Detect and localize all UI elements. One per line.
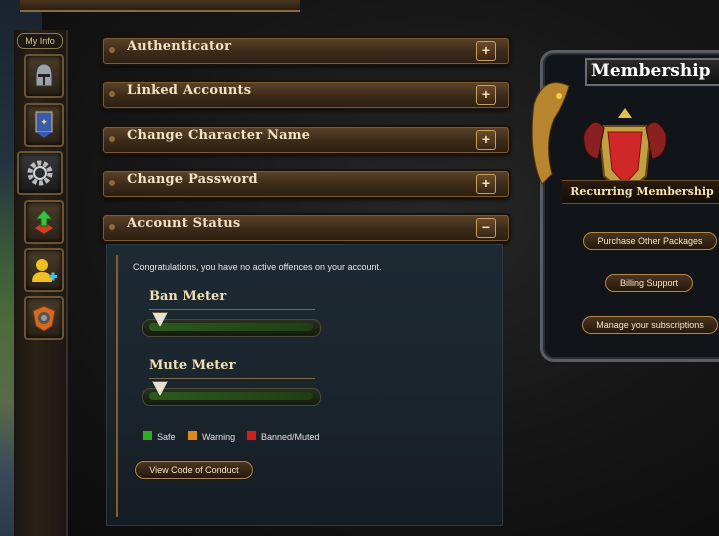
panel-edge	[116, 255, 118, 517]
section-title: Account Status	[127, 216, 241, 231]
svg-text:✦: ✦	[40, 118, 48, 128]
legend-label: Warning	[202, 432, 236, 442]
banner-icon: ✦	[35, 111, 53, 138]
ban-meter	[142, 312, 321, 337]
sidebar-item-account-settings[interactable]	[17, 151, 63, 195]
membership-title: Membership	[585, 58, 719, 86]
sidebar-item-refer-friend[interactable]	[24, 248, 64, 292]
ban-meter-title: Ban Meter	[149, 289, 227, 304]
warning-swatch	[187, 430, 198, 441]
status-message: Congratulations, you have no active offe…	[133, 262, 382, 272]
legend-safe: Safe	[142, 430, 176, 442]
my-info-tab[interactable]: My Info	[17, 33, 63, 49]
purchase-other-packages-button[interactable]: Purchase Other Packages	[583, 232, 717, 250]
section-title: Change Character Name	[127, 128, 311, 143]
manage-subscriptions-button[interactable]: Manage your subscriptions	[582, 316, 718, 334]
frame-stud	[109, 91, 115, 97]
frame-stud	[109, 224, 115, 230]
helmet-icon	[35, 63, 53, 87]
section-change-character-name[interactable]: Change Character Name +	[103, 127, 509, 153]
frame-stud	[109, 180, 115, 186]
legend-label: Banned/Muted	[261, 432, 320, 442]
mute-meter-title: Mute Meter	[149, 358, 236, 373]
billing-support-button[interactable]: Billing Support	[605, 274, 693, 292]
frame-stud	[109, 47, 115, 53]
recurring-membership-label: Recurring Membership	[562, 180, 719, 204]
sidebar-item-security[interactable]	[24, 296, 64, 340]
ban-meter-track	[149, 323, 313, 331]
section-change-password[interactable]: Change Password +	[103, 171, 509, 197]
top-frame-bar	[20, 0, 300, 12]
sidebar-item-upgrade[interactable]	[24, 200, 64, 244]
view-code-of-conduct-button[interactable]: View Code of Conduct	[135, 461, 253, 479]
legend-warning: Warning	[187, 430, 235, 442]
account-page: My Info ✦ Authenticator + Linked Account…	[0, 0, 719, 536]
section-title: Linked Accounts	[127, 83, 252, 98]
meter-divider	[149, 378, 315, 379]
meter-divider	[149, 309, 315, 310]
section-title: Authenticator	[127, 39, 232, 54]
section-authenticator[interactable]: Authenticator +	[103, 38, 509, 64]
shield-badge-icon	[32, 305, 56, 332]
expand-icon[interactable]: +	[476, 174, 496, 194]
collapse-icon[interactable]: −	[476, 218, 496, 238]
sidebar-item-character[interactable]	[24, 54, 64, 98]
safe-swatch	[142, 430, 153, 441]
mute-meter	[142, 381, 321, 406]
account-status-panel: Congratulations, you have no active offe…	[106, 244, 503, 526]
gear-icon	[27, 160, 53, 186]
mute-meter-track	[149, 392, 313, 400]
legend-label: Safe	[157, 432, 176, 442]
expand-icon[interactable]: +	[476, 130, 496, 150]
frame-stud	[109, 136, 115, 142]
banned-swatch	[246, 430, 257, 441]
section-account-status[interactable]: Account Status −	[103, 215, 509, 241]
expand-icon[interactable]: +	[476, 85, 496, 105]
section-linked-accounts[interactable]: Linked Accounts +	[103, 82, 509, 108]
add-user-icon	[32, 259, 57, 282]
expand-icon[interactable]: +	[476, 41, 496, 61]
legend-banned: Banned/Muted	[246, 430, 320, 442]
section-title: Change Password	[127, 172, 258, 187]
sidebar-item-clan[interactable]: ✦	[24, 103, 64, 147]
upgrade-arrow-icon	[34, 209, 54, 234]
